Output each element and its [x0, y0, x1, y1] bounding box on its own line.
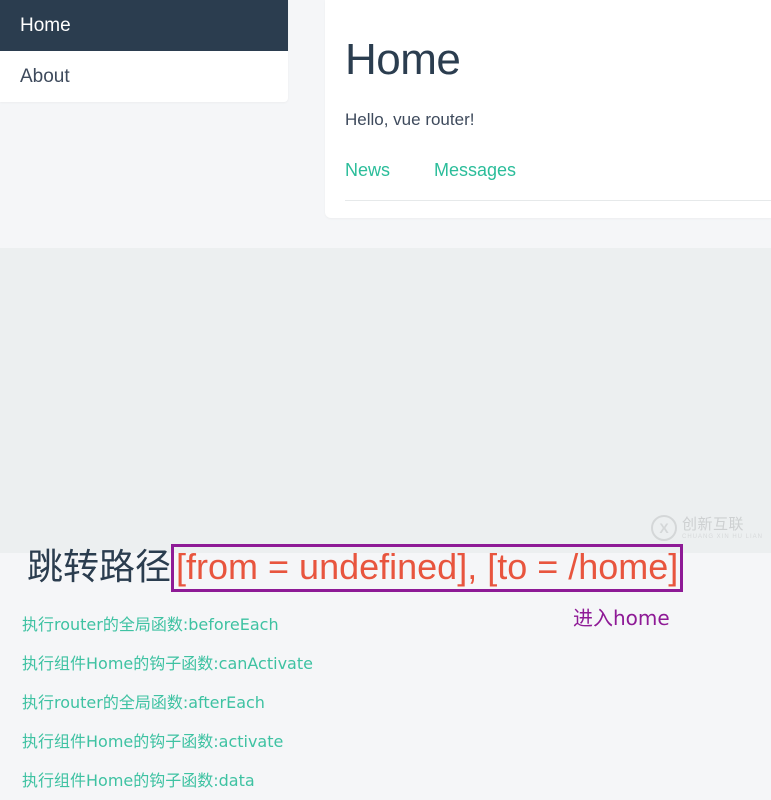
sidebar-nav: Home About	[0, 0, 288, 102]
sidebar-item-home-label: Home	[20, 14, 71, 36]
content-tabs: News Messages	[345, 160, 771, 181]
log-line: 执行组件Home的钩子函数:data	[22, 771, 255, 790]
route-path-value: [from = undefined], [to = /home]	[171, 544, 684, 592]
watermark: 创新互联 CHUANG XIN HU LIAN	[650, 514, 763, 541]
log-line: 执行组件Home的钩子函数:activate	[22, 732, 284, 751]
route-path-label: 跳转路径	[27, 547, 172, 589]
enter-home-note: 进入home	[573, 606, 670, 630]
log-line: 执行router的全局函数:beforeEach	[22, 615, 279, 634]
page-subtitle: Hello, vue router!	[345, 110, 475, 129]
watermark-en-label: CHUANG XIN HU LIAN	[681, 533, 763, 540]
tab-messages[interactable]: Messages	[434, 160, 516, 181]
watermark-logo-icon	[650, 515, 677, 541]
sidebar-item-about-label: About	[20, 65, 70, 87]
log-line: 执行组件Home的钩子函数:canActivate	[22, 654, 313, 673]
route-path-row: 跳转路径 [from = undefined], [to = /home]	[27, 544, 684, 592]
route-log-area: 跳转路径 [from = undefined], [to = /home] 执行…	[0, 248, 771, 790]
watermark-text: 创新互联 CHUANG XIN HU LIAN	[681, 514, 763, 540]
sidebar-item-about[interactable]: About	[0, 51, 288, 102]
log-line: 执行router的全局函数:afterEach	[22, 693, 265, 712]
tab-news[interactable]: News	[345, 160, 390, 181]
watermark-cn-label: 创新互联	[681, 514, 744, 533]
hook-log-list: 执行router的全局函数:beforeEach 执行组件Home的钩子函数:c…	[22, 605, 542, 800]
content-card: Home Hello, vue router! News Messages	[325, 0, 771, 218]
tabs-divider	[345, 200, 771, 201]
sidebar-item-home[interactable]: Home	[0, 0, 288, 51]
page-title: Home	[345, 35, 461, 84]
